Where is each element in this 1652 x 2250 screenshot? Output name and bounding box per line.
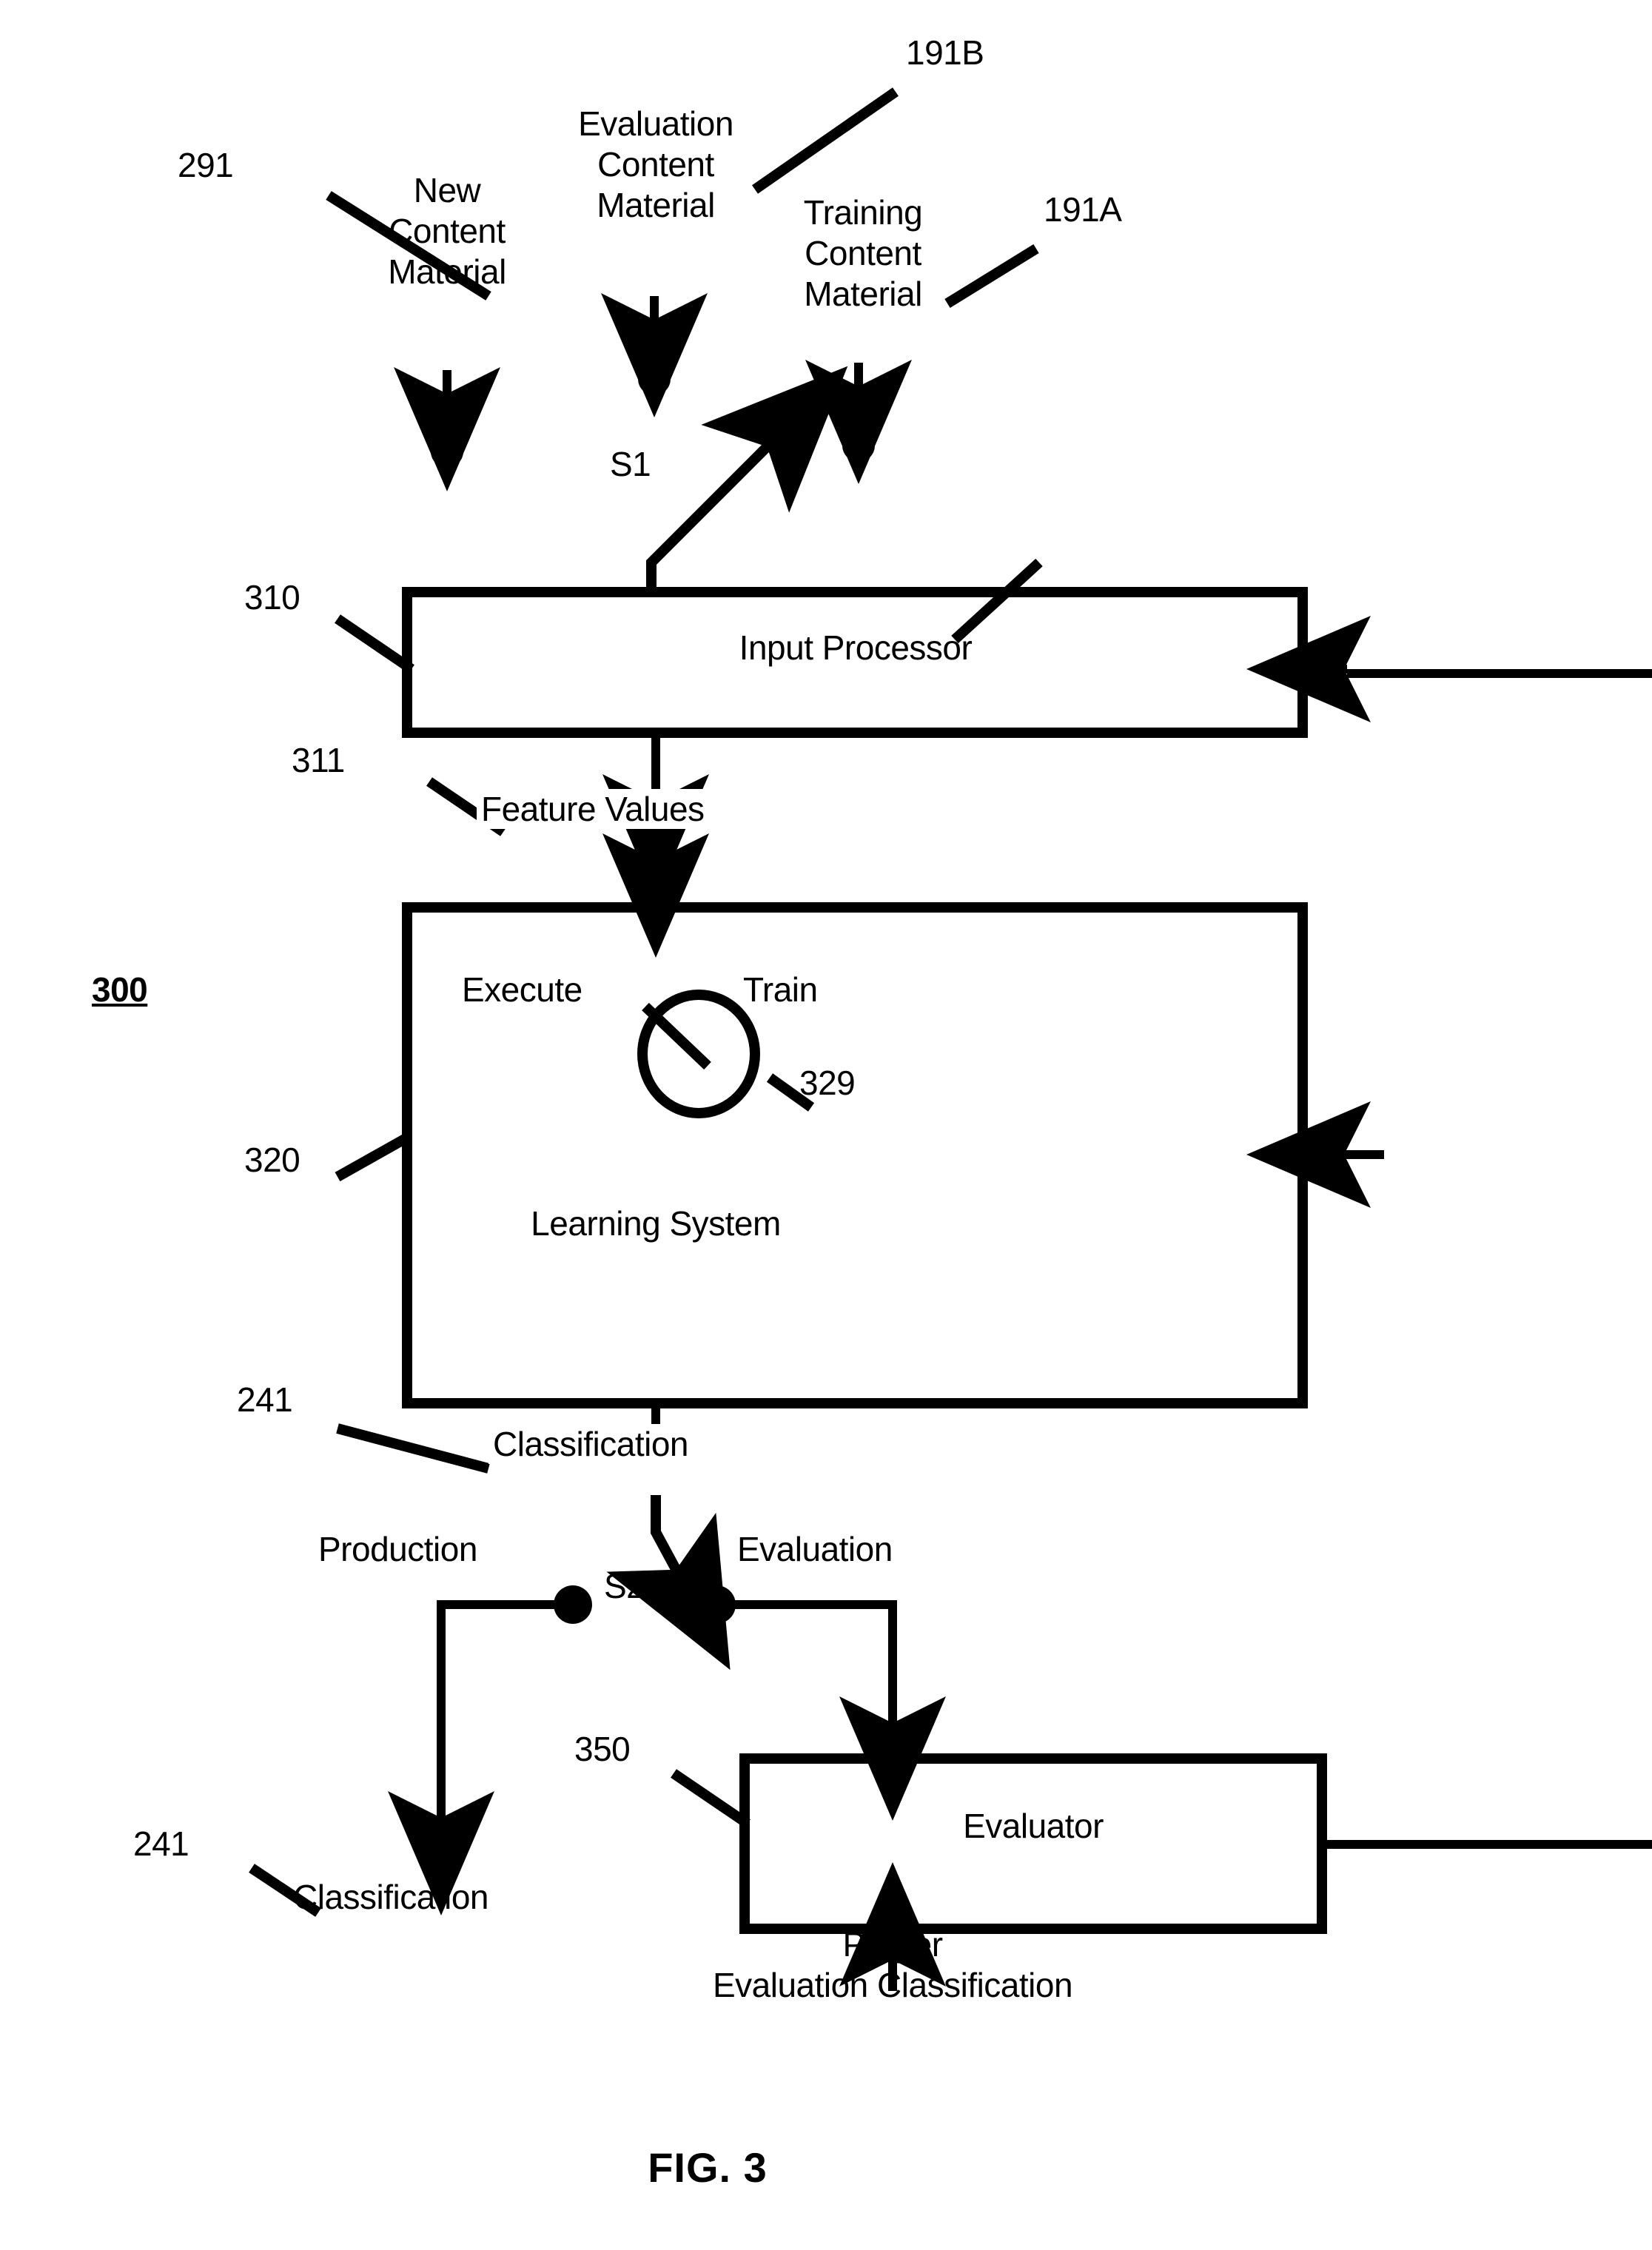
label-input-processor: Input Processor [739,628,973,667]
ref-329: 329 [799,1064,856,1102]
label-new-content-material: New Content Material [388,171,506,292]
label-train: Train [743,970,818,1009]
figure-caption: FIG. 3 [648,2144,768,2191]
label-evaluation-content-material: Evaluation Content Material [578,104,733,225]
switch-terminal-eval [638,363,671,395]
leader-350 [671,1769,751,1828]
label-switch-s2: S2 [604,1567,645,1605]
switch-s1-blade [646,366,848,595]
label-classification-out: Classification [488,1424,693,1465]
ref-291: 291 [178,146,234,184]
leader-191B [752,87,899,194]
link-evaluation-branch [716,1600,897,1739]
ref-310: 310 [244,578,300,617]
label-evaluation: Evaluation [737,1530,893,1568]
label-feature-values: Feature Values [477,789,709,830]
diagram-lines-layer [249,87,1652,1991]
ref-311: 311 [292,741,345,779]
label-production: Production [318,1530,477,1568]
link-production-branch [437,1600,573,1836]
ref-241-top: 241 [237,1380,293,1419]
leader-191A [944,244,1039,308]
leader-241-top [336,1423,490,1474]
label-proper-evaluation-classification: Proper Evaluation Classification [712,1925,1073,2005]
ref-191A: 191A [1044,190,1122,229]
label-learning-system: Learning System [531,1204,781,1243]
switch-terminal-train [842,429,875,462]
patent-figure: 291 191B 191A New Content Material Evalu… [0,0,1652,2250]
switch-terminal-new [431,435,463,468]
leader-310 [335,614,414,674]
ref-191B: 191B [906,33,984,72]
label-execute: Execute [462,970,582,1009]
ref-241-bottom: 241 [133,1824,189,1863]
ref-350: 350 [574,1730,631,1768]
mode-switch-blade [642,1002,711,1070]
label-evaluator: Evaluator [963,1807,1104,1845]
link-classification-to-s2 [606,1495,731,1670]
label-training-content-material: Training Content Material [803,193,923,314]
label-switch-s1: S1 [610,445,651,483]
ref-320: 320 [244,1141,300,1179]
leader-320 [335,1132,412,1182]
label-classification-production: Classification [293,1878,489,1916]
ref-system-300: 300 [92,970,148,1009]
